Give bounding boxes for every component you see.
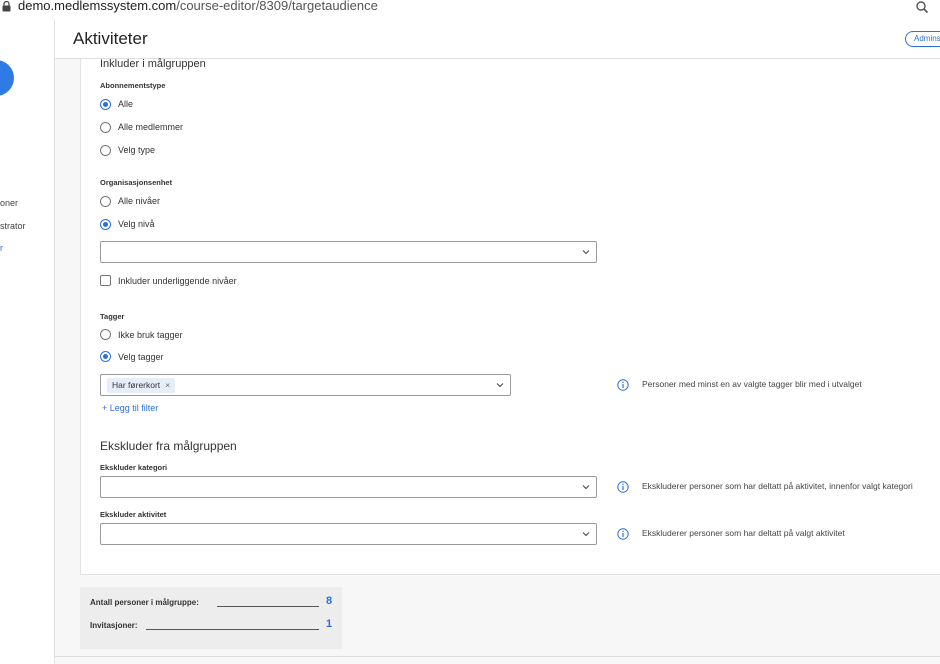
invitations-leader-line (146, 629, 319, 630)
chevron-down-icon (582, 250, 590, 255)
exclude-activity-info: Ekskluderer personer som har deltatt på … (642, 528, 845, 538)
subscription-type-label: Abonnementstype (100, 81, 166, 90)
info-icon (617, 379, 629, 391)
radio-tags-choose-label[interactable]: Velg tagger (118, 352, 164, 362)
invitations-label: Invitasjoner: (90, 621, 138, 630)
page-header: Aktiviteter Admins (55, 19, 940, 59)
sidebar-item-2[interactable]: strator (0, 221, 26, 231)
org-level-select[interactable] (100, 241, 597, 263)
exclude-category-label: Ekskluder kategori (100, 463, 168, 472)
radio-tags-choose[interactable] (100, 351, 111, 362)
radio-org-choose-level[interactable] (100, 219, 111, 230)
tags-info-text: Personer med minst en av valgte tagger b… (642, 379, 862, 389)
info-icon (617, 528, 629, 540)
add-filter-link[interactable]: + Legg til filter (102, 403, 158, 413)
tags-select[interactable]: Har førerkort × (100, 374, 511, 396)
url-path: /course-editor/8309/targetaudience (176, 0, 378, 13)
radio-subscription-alle-label[interactable]: Alle (118, 99, 133, 109)
chevron-down-icon (582, 485, 590, 490)
exclude-category-info: Ekskluderer personer som har deltatt på … (642, 481, 913, 491)
footer-divider (55, 656, 940, 657)
radio-tags-none[interactable] (100, 329, 111, 340)
include-section-title: Inkluder i målgruppen (100, 58, 206, 70)
info-icon (617, 481, 629, 493)
radio-subscription-choose[interactable] (100, 145, 111, 156)
tag-chip: Har førerkort × (107, 378, 176, 393)
persons-leader-line (217, 606, 319, 607)
exclude-section-title: Ekskluder fra målgruppen (100, 439, 237, 453)
tag-remove-icon[interactable]: × (165, 380, 170, 390)
zoom-icon[interactable] (915, 0, 929, 14)
invitations-count-value[interactable]: 1 (326, 618, 332, 630)
audience-summary: Antall personer i målgruppe: 8 Invitasjo… (80, 587, 342, 649)
radio-subscription-alle[interactable] (100, 99, 111, 110)
tags-label: Tagger (100, 312, 125, 321)
avatar[interactable] (0, 60, 14, 96)
radio-org-choose-level-label[interactable]: Velg nivå (118, 219, 155, 229)
admin-button[interactable]: Admins (905, 31, 940, 47)
chevron-down-icon (582, 532, 590, 537)
radio-org-all-levels-label[interactable]: Alle nivåer (118, 196, 160, 206)
persons-count-label: Antall personer i målgruppe: (90, 598, 199, 607)
sidebar-item-1[interactable]: oner (0, 198, 18, 208)
main-content: Inkluder i målgruppen Abonnementstype Al… (55, 58, 940, 664)
target-audience-card: Inkluder i målgruppen Abonnementstype Al… (80, 58, 940, 575)
exclude-activity-select[interactable] (100, 523, 597, 545)
exclude-activity-label: Ekskluder aktivitet (100, 510, 167, 519)
url-host: demo.medlemssystem.com (18, 0, 177, 13)
org-unit-label: Organisasjonsenhet (100, 178, 173, 187)
include-sublevels-label[interactable]: Inkluder underliggende nivåer (118, 276, 237, 286)
radio-subscription-members[interactable] (100, 122, 111, 133)
include-sublevels-checkbox[interactable] (100, 275, 111, 286)
chevron-down-icon (496, 383, 504, 388)
exclude-category-select[interactable] (100, 476, 597, 498)
tag-chip-label: Har førerkort (112, 380, 161, 390)
lock-icon (2, 1, 11, 12)
radio-org-all-levels[interactable] (100, 196, 111, 207)
radio-tags-none-label[interactable]: Ikke bruk tagger (118, 330, 183, 340)
radio-subscription-choose-label[interactable]: Velg type (118, 145, 155, 155)
browser-url-bar[interactable]: demo.medlemssystem.com/course-editor/830… (0, 0, 940, 19)
sidebar: oner strator r (0, 19, 55, 664)
page-title: Aktiviteter (73, 29, 148, 48)
radio-subscription-members-label[interactable]: Alle medlemmer (118, 122, 183, 132)
persons-count-value[interactable]: 8 (326, 595, 332, 607)
url-text[interactable]: demo.medlemssystem.com/course-editor/830… (18, 0, 378, 13)
sidebar-item-3[interactable]: r (0, 243, 3, 253)
